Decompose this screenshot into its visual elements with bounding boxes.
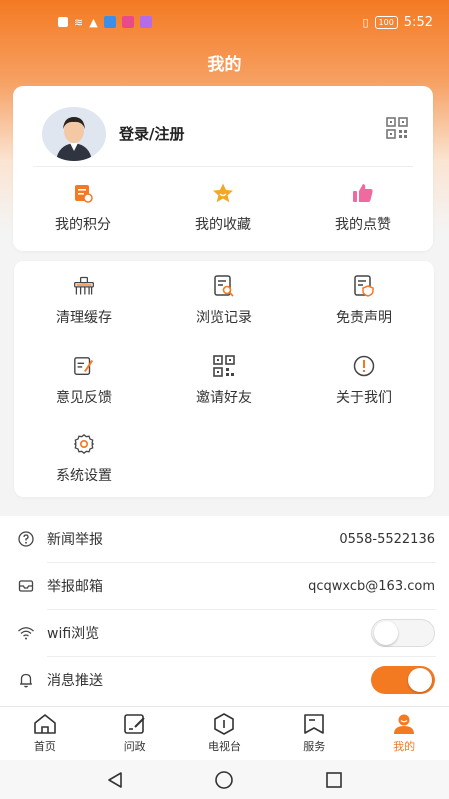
tool-label: 关于我们 (336, 390, 392, 406)
back-icon[interactable] (105, 770, 125, 790)
avatar[interactable] (42, 107, 106, 161)
tool-settings[interactable]: 系统设置 (14, 433, 154, 485)
profile-icon (394, 714, 415, 734)
system-nav-bar (0, 760, 449, 799)
tab-label: 电视台 (207, 740, 241, 753)
disclaimer-icon (353, 275, 375, 297)
settings-list: 新闻举报 0558-5522136 举报邮箱 qcqwxcb@163.com w… (0, 516, 449, 706)
wifi-browse-toggle[interactable] (371, 619, 435, 647)
invite-qr-icon (213, 355, 235, 377)
row-news-report[interactable]: 新闻举报 0558-5522136 (0, 516, 449, 562)
divider (33, 166, 413, 167)
tab-inquiry[interactable]: 问政 (90, 707, 180, 760)
news-report-phone[interactable]: 0558-5522136 (339, 532, 435, 547)
tab-label: 问政 (123, 740, 146, 753)
app-notification-icon (103, 16, 116, 28)
tool-label: 系统设置 (56, 468, 112, 484)
points-icon (72, 182, 94, 204)
qr-code-icon[interactable] (386, 117, 408, 139)
battery-icon: 100 (374, 15, 398, 29)
tv-icon (214, 713, 235, 735)
settings-gear-icon (73, 433, 95, 455)
recents-icon[interactable] (324, 770, 344, 790)
news-report-label: 新闻举报 (47, 532, 103, 548)
wifi-browse-label: wifi浏览 (47, 626, 100, 642)
row-report-email[interactable]: 举报邮箱 qcqwxcb@163.com (0, 563, 449, 609)
vibrate-icon: ▯ (362, 15, 369, 29)
tool-invite[interactable]: 邀请好友 (154, 355, 294, 407)
push-toggle[interactable] (371, 666, 435, 694)
history-icon (213, 275, 235, 297)
quick-item-label: 我的点赞 (335, 217, 391, 233)
quick-item-favorites[interactable]: 我的收藏 (153, 182, 293, 238)
row-push: 消息推送 (0, 657, 449, 703)
bottom-tab-bar: 首页 问政 电视台 服务 我的 (0, 706, 449, 760)
service-icon (304, 714, 325, 734)
tab-label: 我的 (393, 740, 416, 753)
tab-label: 首页 (33, 740, 56, 753)
report-email-label: 举报邮箱 (47, 579, 103, 595)
tool-history[interactable]: 浏览记录 (154, 275, 294, 327)
alert-icon (58, 17, 68, 27)
quick-item-likes[interactable]: 我的点赞 (293, 182, 433, 238)
login-register-link[interactable]: 登录/注册 (119, 123, 184, 144)
tool-label: 邀请好友 (196, 390, 252, 406)
page-title: 我的 (207, 55, 242, 75)
star-icon (212, 182, 234, 204)
graduation-cap-icon: ▲ (89, 15, 98, 29)
inquiry-icon (123, 714, 145, 734)
tool-about[interactable]: 关于我们 (294, 355, 434, 407)
tool-label: 意见反馈 (56, 390, 112, 406)
tool-label: 浏览记录 (196, 310, 252, 326)
report-email-value[interactable]: qcqwxcb@163.com (308, 579, 435, 594)
tools-card: 清理缓存 浏览记录 免责声明 意见反馈 邀请好友 关于我们 系统设置 (14, 261, 434, 497)
thumbs-up-icon (352, 182, 374, 204)
quick-item-points[interactable]: 我的积分 (13, 182, 153, 238)
tab-profile[interactable]: 我的 (359, 707, 449, 760)
clear-cache-icon (73, 275, 95, 297)
quick-actions: 我的积分 我的收藏 我的点赞 (13, 182, 433, 238)
about-icon (353, 355, 375, 377)
feedback-icon (73, 355, 95, 377)
mailbox-icon (17, 577, 35, 595)
push-label: 消息推送 (47, 673, 103, 689)
tool-label: 免责声明 (336, 310, 392, 326)
profile-card: 登录/注册 我的积分 我的收藏 我的点赞 (13, 86, 433, 251)
status-time: 5:52 (403, 14, 433, 30)
tool-disclaimer[interactable]: 免责声明 (294, 275, 434, 327)
status-icons-right: ▯ 100 5:52 (362, 15, 433, 30)
tab-tv[interactable]: 电视台 (180, 707, 270, 760)
app-notification-icon-3 (139, 16, 152, 28)
toggle-knob (374, 621, 398, 645)
wifi-icon (17, 624, 35, 642)
tab-home[interactable]: 首页 (0, 707, 90, 760)
question-circle-icon (17, 530, 35, 548)
status-bar: ≋ ▲ ▯ 100 5:52 (0, 0, 449, 44)
home-circle-icon[interactable] (214, 770, 234, 790)
bell-icon (17, 671, 35, 689)
quick-item-label: 我的积分 (55, 217, 111, 233)
app-notification-icon-2 (121, 16, 134, 28)
quick-item-label: 我的收藏 (195, 217, 251, 233)
home-icon (34, 714, 56, 734)
tool-feedback[interactable]: 意见反馈 (14, 355, 154, 407)
status-icons-left: ≋ ▲ (58, 16, 152, 29)
tab-label: 服务 (303, 740, 326, 753)
row-wifi-browse: wifi浏览 (0, 610, 449, 656)
tool-label: 清理缓存 (56, 310, 112, 326)
wifi-status-icon: ≋ (74, 15, 84, 29)
toggle-knob (408, 668, 432, 692)
tab-service[interactable]: 服务 (269, 707, 359, 760)
tool-clear-cache[interactable]: 清理缓存 (14, 275, 154, 327)
